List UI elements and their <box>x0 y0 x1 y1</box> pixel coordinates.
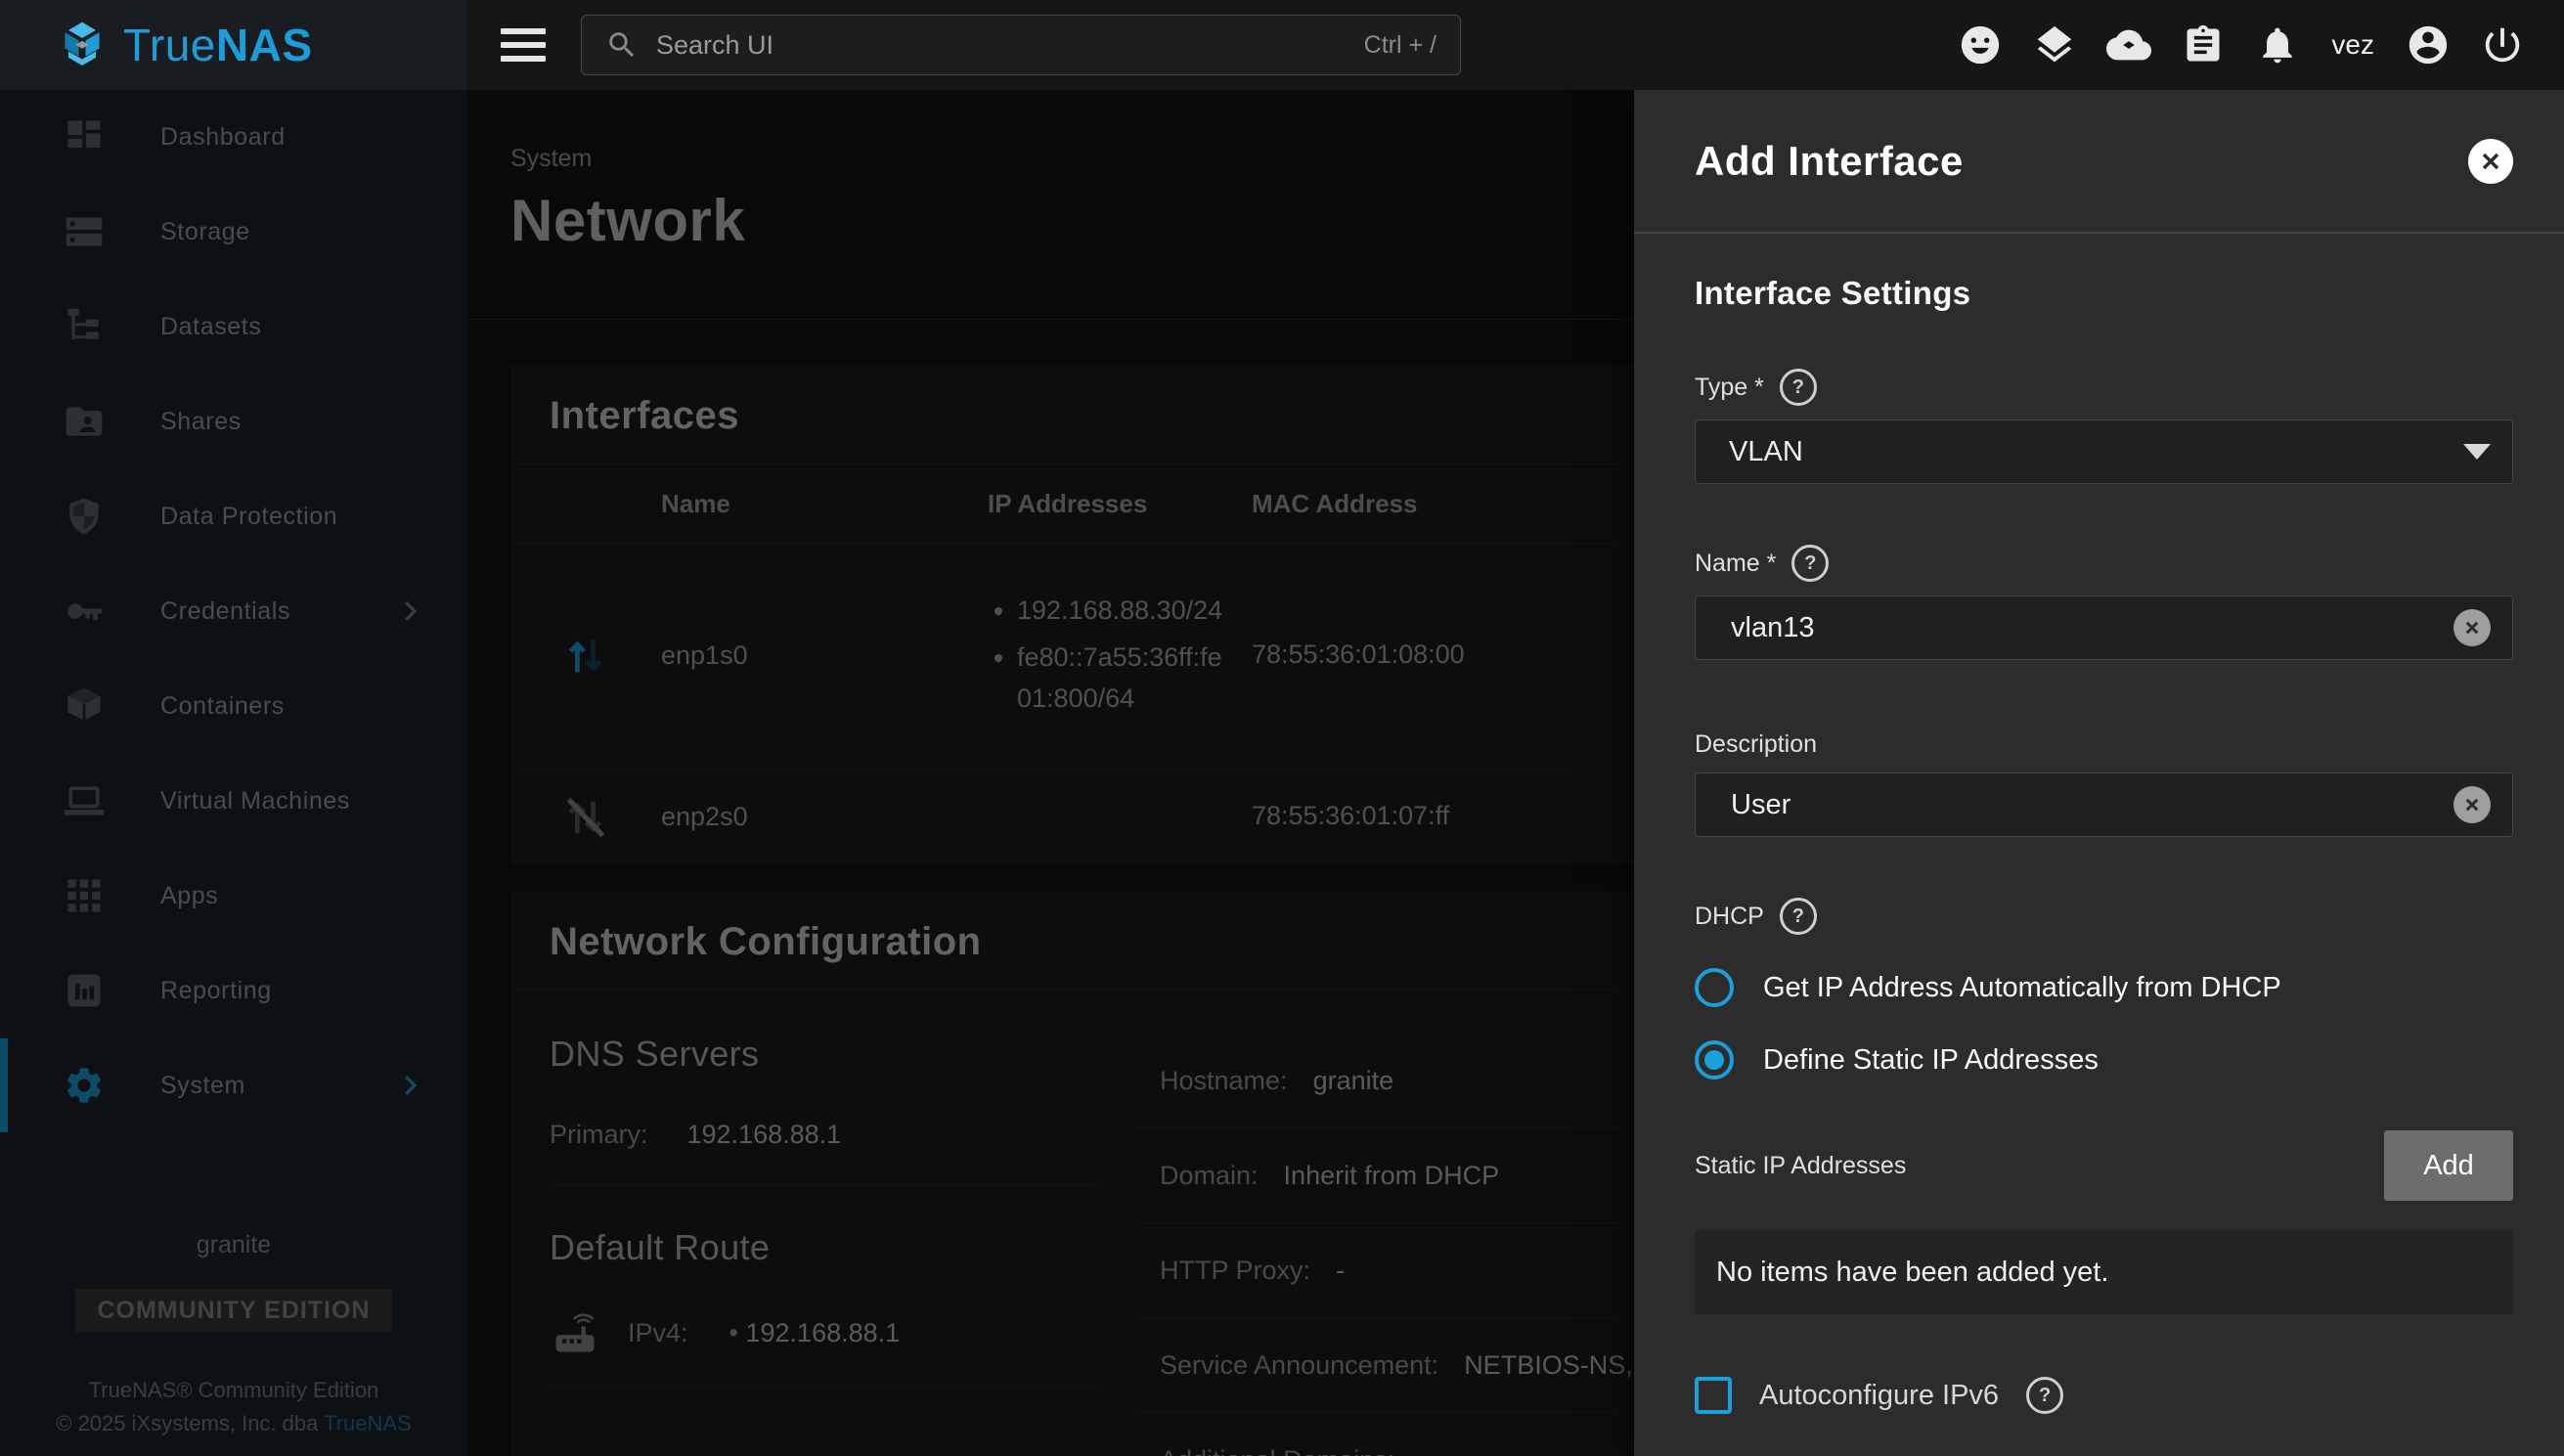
truenas-logo-icon <box>55 18 110 72</box>
type-select[interactable]: VLAN <box>1695 419 2513 484</box>
static-ip-row: Static IP Addresses Add <box>1695 1130 2513 1201</box>
add-interface-panel: Add Interface Interface Settings Type * … <box>1634 90 2564 1456</box>
power-icon[interactable] <box>2480 22 2525 67</box>
chevron-down-icon <box>2463 444 2491 460</box>
help-icon[interactable]: ? <box>2026 1377 2063 1414</box>
modal-backdrop[interactable] <box>0 90 1634 1456</box>
radio-static-ip[interactable]: Define Static IP Addresses <box>1695 1040 2513 1080</box>
name-field-wrap <box>1695 596 2513 660</box>
add-static-ip-button[interactable]: Add <box>2384 1130 2513 1201</box>
topbar: TrueNAS Ctrl + / v <box>0 0 2564 90</box>
checkbox-icon <box>1695 1377 1732 1414</box>
radio-label: Get IP Address Automatically from DHCP <box>1763 972 2281 1004</box>
username: vez <box>2329 29 2376 61</box>
name-field[interactable] <box>1729 611 2453 645</box>
jobs-clipboard-icon[interactable] <box>2181 22 2226 67</box>
type-select-value: VLAN <box>1729 436 2463 468</box>
radio-icon <box>1695 968 1734 1007</box>
help-icon[interactable]: ? <box>1780 369 1817 406</box>
name-label: Name * ? <box>1695 545 2513 582</box>
truenas-cloud-icon[interactable] <box>2106 22 2151 67</box>
search-shortcut: Ctrl + / <box>1364 31 1437 60</box>
menu-toggle-icon[interactable] <box>501 28 546 62</box>
radio-label: Define Static IP Addresses <box>1763 1044 2099 1077</box>
alerts-bell-icon[interactable] <box>2255 22 2300 67</box>
static-ip-label: Static IP Addresses <box>1695 1152 1906 1180</box>
dhcp-label: DHCP ? <box>1695 898 2513 935</box>
clear-icon[interactable] <box>2453 786 2491 823</box>
panel-header: Add Interface <box>1634 90 2564 234</box>
truenas-logo[interactable]: TrueNAS <box>0 0 467 90</box>
description-field-wrap <box>1695 772 2513 837</box>
ix-stack-icon[interactable] <box>2032 22 2077 67</box>
checkbox-label: Autoconfigure IPv6 <box>1759 1380 1999 1412</box>
topbar-actions: vez <box>1958 22 2564 67</box>
static-ip-empty-state: No items have been added yet. <box>1695 1230 2513 1314</box>
global-search: Ctrl + / <box>581 15 1461 75</box>
description-label: Description <box>1695 730 2513 759</box>
panel-title: Add Interface <box>1695 138 1964 185</box>
help-icon[interactable]: ? <box>1791 545 1829 582</box>
radio-dhcp-auto[interactable]: Get IP Address Automatically from DHCP <box>1695 968 2513 1007</box>
search-icon <box>605 28 639 62</box>
type-label: Type * ? <box>1695 369 2513 406</box>
help-icon[interactable]: ? <box>1780 898 1817 935</box>
close-icon[interactable] <box>2468 139 2513 184</box>
search-input[interactable] <box>654 29 1348 62</box>
logo-text: TrueNAS <box>123 19 313 71</box>
truenas-app: TrueNAS Ctrl + / v <box>0 0 2564 1456</box>
user-avatar-icon[interactable] <box>2406 22 2451 67</box>
description-field[interactable] <box>1729 788 2453 822</box>
clear-icon[interactable] <box>2453 609 2491 646</box>
radio-checked-icon <box>1695 1040 1734 1080</box>
feedback-smiley-icon[interactable] <box>1958 22 2003 67</box>
autoconfigure-ipv6-row[interactable]: Autoconfigure IPv6 ? <box>1695 1377 2513 1414</box>
interface-settings-heading: Interface Settings <box>1695 275 2513 312</box>
